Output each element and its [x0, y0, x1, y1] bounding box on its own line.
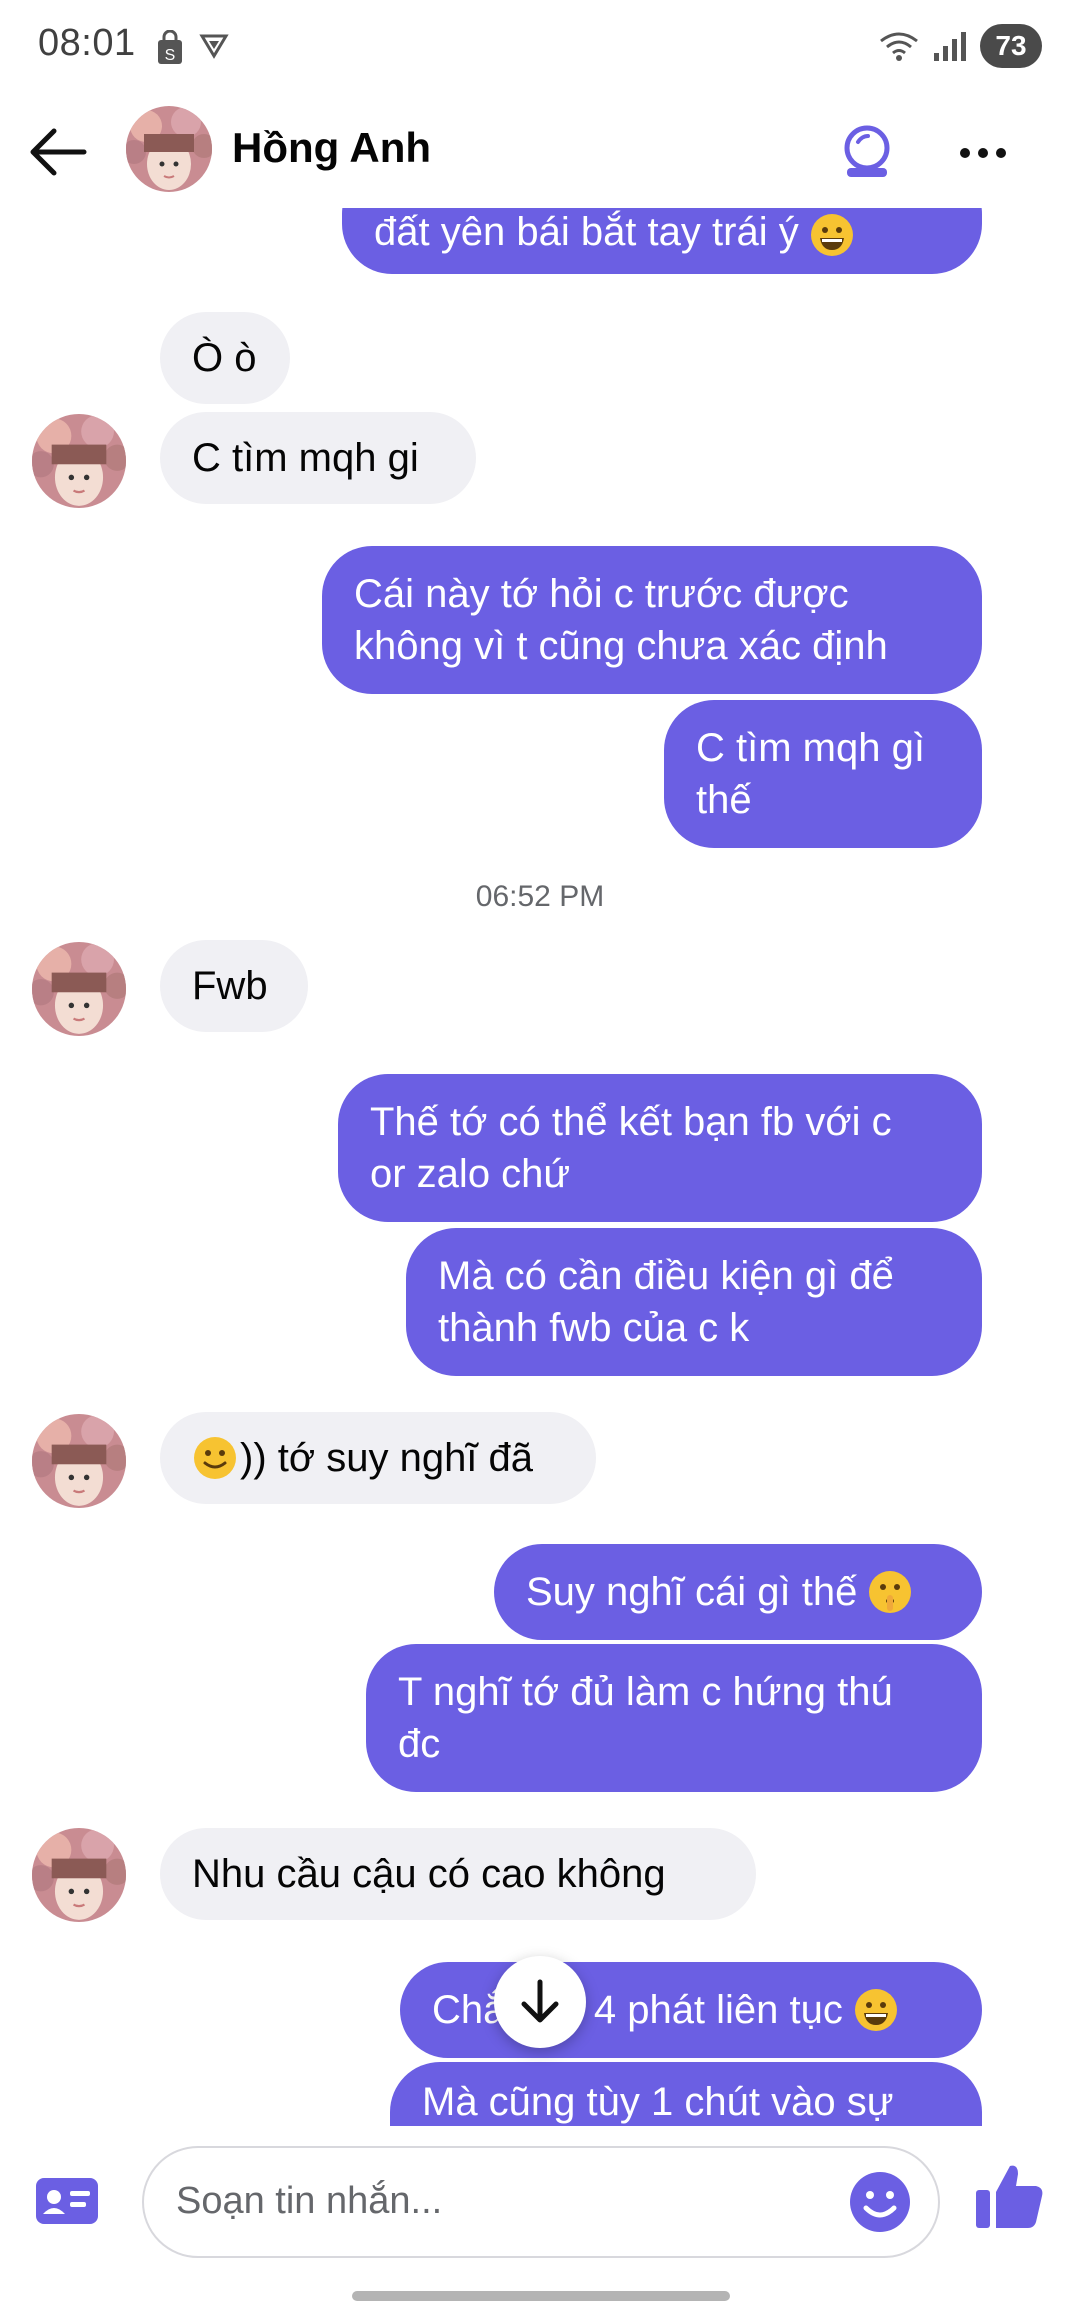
message-bubble-out[interactable]: C tìm mqh gì thế	[664, 700, 982, 848]
message-bubble-out[interactable]: đất yên bái bắt tay trái ý	[342, 208, 982, 274]
emoji-icon	[850, 2172, 910, 2232]
grin-emoji-icon	[854, 1989, 897, 2031]
more-options-button[interactable]	[948, 118, 1018, 188]
message-bubble-in[interactable]: Ò ò	[160, 312, 290, 404]
message-bubble-out[interactable]: Mà cũng tùy 1 chút vào sự	[390, 2062, 982, 2126]
back-arrow-icon	[30, 128, 87, 176]
contact-card-icon	[36, 2178, 98, 2224]
chat-header: Hồng Anh	[0, 96, 1080, 208]
status-bar: 08:01 S 73	[0, 0, 1080, 96]
contact-name[interactable]: Hồng Anh	[232, 124, 431, 172]
battery-indicator: 73	[980, 24, 1042, 68]
shushing-emoji-icon	[869, 1571, 912, 1613]
like-icon	[976, 2165, 1043, 2228]
shop-icon: S	[158, 30, 182, 64]
sender-avatar[interactable]	[32, 414, 126, 508]
contact-avatar[interactable]	[126, 106, 212, 192]
sender-avatar[interactable]	[32, 1828, 126, 1922]
message-bubble-out[interactable]: T nghĩ tớ đủ làm c hứng thú đc	[366, 1644, 982, 1792]
message-bubble-in[interactable]: )) tớ suy nghĩ đã	[160, 1412, 596, 1504]
more-icon	[960, 148, 1006, 158]
theme-icon	[844, 125, 890, 177]
svg-text:S: S	[165, 47, 176, 64]
message-bubble-out[interactable]: Mà có cần điều kiện gì để thành fwb của …	[406, 1228, 982, 1376]
sender-avatar[interactable]	[32, 942, 126, 1036]
grin-emoji-icon	[810, 214, 853, 256]
message-bubble-out[interactable]: Cái này tớ hỏi c trước được không vì t c…	[322, 546, 982, 694]
message-bubble-out[interactable]: Thế tớ có thể kết bạn fb với c or zalo c…	[338, 1074, 982, 1222]
scroll-to-bottom-button[interactable]	[494, 1956, 586, 2048]
message-timestamp: 06:52 PM	[475, 880, 605, 913]
sender-avatar[interactable]	[32, 1414, 126, 1508]
signal-icon	[934, 32, 966, 61]
like-button[interactable]	[972, 2158, 1048, 2234]
back-button[interactable]	[24, 118, 92, 186]
emoji-button[interactable]	[846, 2168, 914, 2236]
home-indicator[interactable]	[352, 2291, 730, 2301]
message-bubble-out[interactable]: Chắc cỡ 4 phát liên tục	[400, 1962, 982, 2058]
message-bubble-in[interactable]: Nhu cầu cậu có cao không	[160, 1828, 756, 1920]
message-bubble-in[interactable]: Fwb	[160, 940, 308, 1032]
message-bubble-out[interactable]: Suy nghĩ cái gì thế	[494, 1544, 982, 1640]
contact-card-button[interactable]	[30, 2164, 104, 2238]
message-input-placeholder: Soạn tin nhắn...	[176, 2180, 443, 2222]
status-time: 08:01	[38, 22, 136, 64]
scroll-down-icon	[521, 1979, 559, 2023]
message-list[interactable]: đất yên bái bắt tay trái ý Ò ò C tìm mqh…	[0, 208, 1080, 2126]
message-composer: Soạn tin nhắn...	[0, 2126, 1080, 2266]
message-bubble-in[interactable]: C tìm mqh gi	[160, 412, 476, 504]
wifi-icon	[880, 32, 918, 61]
location-icon	[199, 34, 229, 59]
theme-button[interactable]	[832, 118, 902, 188]
smile-emoji-icon	[194, 1437, 236, 1479]
message-input[interactable]: Soạn tin nhắn...	[142, 2146, 940, 2258]
